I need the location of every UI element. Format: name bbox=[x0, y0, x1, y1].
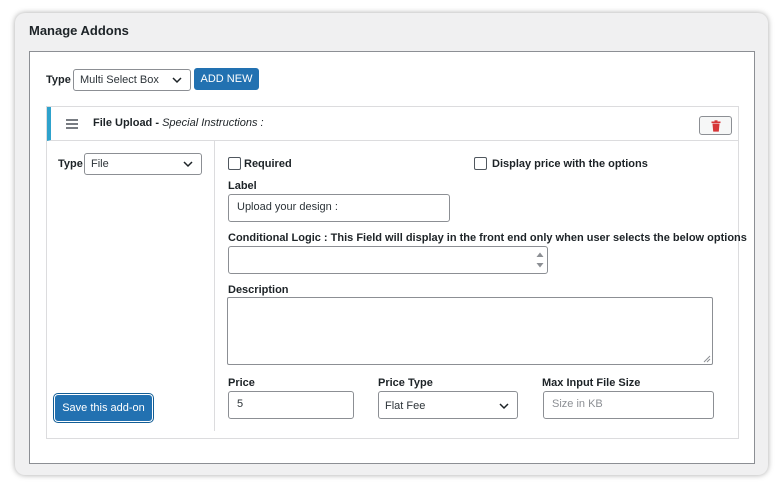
chevron-down-icon bbox=[172, 77, 182, 84]
price-type-select-value: Flat Fee bbox=[385, 400, 426, 412]
required-checkbox[interactable] bbox=[228, 157, 241, 170]
trash-icon bbox=[711, 120, 721, 132]
addon-type-select-value: Multi Select Box bbox=[80, 74, 159, 86]
display-price-checkbox[interactable] bbox=[474, 157, 487, 170]
price-type-label: Price Type bbox=[378, 377, 433, 389]
label-input[interactable]: Upload your design : bbox=[228, 194, 450, 222]
required-label[interactable]: Required bbox=[244, 158, 292, 170]
addon-title-type: File Upload - bbox=[93, 117, 159, 129]
conditional-logic-label: Conditional Logic : This Field will disp… bbox=[228, 232, 747, 244]
chevron-down-icon bbox=[499, 403, 509, 410]
field-type-select-value: File bbox=[91, 158, 109, 170]
price-input[interactable]: 5 bbox=[228, 391, 354, 419]
toolbar-type-label: Type bbox=[46, 74, 71, 86]
delete-addon-button[interactable] bbox=[699, 116, 732, 135]
add-new-button[interactable]: ADD NEW bbox=[194, 68, 259, 90]
addon-type-select[interactable]: Multi Select Box bbox=[73, 69, 191, 91]
max-file-size-label: Max Input File Size bbox=[542, 377, 641, 389]
column-divider bbox=[214, 141, 215, 431]
save-addon-button[interactable]: Save this add-on bbox=[55, 395, 152, 421]
conditional-logic-input[interactable] bbox=[228, 246, 548, 274]
addon-header[interactable]: File Upload - Special Instructions : bbox=[47, 107, 738, 141]
field-type-label: Type bbox=[58, 158, 83, 170]
price-type-select[interactable]: Flat Fee bbox=[378, 391, 518, 419]
chevron-down-icon bbox=[183, 161, 193, 168]
field-type-select[interactable]: File bbox=[84, 153, 202, 175]
spinner-arrows-icon[interactable] bbox=[535, 249, 545, 271]
addon-title-name: Special Instructions : bbox=[162, 117, 264, 129]
description-label: Description bbox=[228, 284, 289, 296]
max-file-size-placeholder: Size in KB bbox=[552, 398, 603, 410]
drag-handle-icon[interactable] bbox=[66, 119, 78, 129]
label-field-label: Label bbox=[228, 180, 257, 192]
resize-grip-icon[interactable] bbox=[702, 354, 711, 363]
addon-title: File Upload - Special Instructions : bbox=[93, 117, 264, 129]
display-price-label[interactable]: Display price with the options bbox=[492, 158, 648, 170]
description-textarea[interactable] bbox=[227, 297, 713, 365]
page-title: Manage Addons bbox=[29, 23, 129, 38]
max-file-size-input[interactable]: Size in KB bbox=[543, 391, 714, 419]
price-label: Price bbox=[228, 377, 255, 389]
